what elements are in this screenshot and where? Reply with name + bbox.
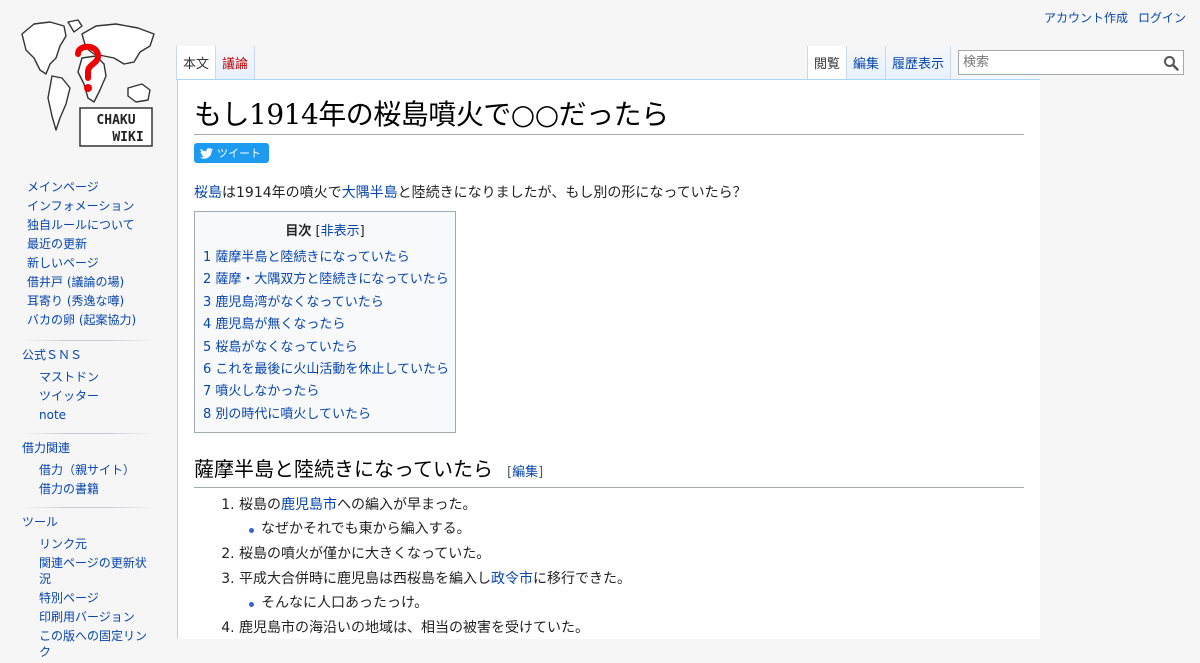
section-edit: [編集]: [507, 465, 544, 481]
sidebar-item-what-links-here[interactable]: リンク元: [39, 536, 152, 552]
login-link[interactable]: ログイン: [1138, 9, 1186, 26]
toc-item[interactable]: 2 薩摩・大隅双方と陸続きになっていたら: [203, 269, 449, 291]
sidebar-item-parent-site[interactable]: 借力（親サイト）: [39, 462, 152, 478]
sidebar: メインページ インフォメーション 独自ルールについて 最近の更新 新しいページ …: [0, 178, 176, 663]
sidebar-item-twitter[interactable]: ツイッター: [39, 388, 152, 404]
table-of-contents: 目次 [非表示] 1 薩摩半島と陸続きになっていたら 2 薩摩・大隅双方と陸続き…: [194, 211, 456, 434]
sub-list: そんなに人口あったっけ。: [239, 592, 1024, 614]
view-tabs: 閲覧 編集 履歴表示: [807, 46, 952, 80]
sidebar-item-information[interactable]: インフォメーション: [27, 197, 176, 216]
search-input[interactable]: [959, 51, 1159, 74]
portal-title-related: 借力関連: [22, 433, 154, 462]
main-content: もし1914年の桜島噴火で○○だったら ツイート 桜島は1914年の噴火で大隅半…: [177, 79, 1040, 639]
list-item: 平成大合併時に鹿児島は西桜島を編入し政令市に移行できた。 そんなに人口あったっけ…: [239, 568, 1024, 614]
link-osumi-peninsula[interactable]: 大隅半島: [342, 185, 398, 201]
link-kagoshima-city[interactable]: 鹿児島市: [281, 497, 337, 513]
link-designated-city[interactable]: 政令市: [491, 571, 533, 587]
section-heading: 薩摩半島と陸続きになっていたら [編集]: [194, 455, 1024, 489]
search-box: [958, 50, 1184, 75]
sidebar-item-books[interactable]: 借力の書籍: [39, 481, 152, 497]
toc-item[interactable]: 1 薩摩半島と陸続きになっていたら: [203, 247, 447, 269]
portal-title-sns: 公式ＳＮＳ: [22, 340, 154, 369]
toc-item[interactable]: 5 桜島がなくなっていたら: [203, 337, 447, 359]
tab-article[interactable]: 本文: [176, 46, 217, 80]
svg-text:CHAKU: CHAKU: [96, 113, 135, 128]
sub-list-item: そんなに人口あったっけ。: [249, 592, 1024, 614]
sidebar-item-rumors[interactable]: 耳寄り (秀逸な噂): [27, 292, 176, 311]
site-logo[interactable]: CHAKU WIKI: [16, 18, 160, 150]
svg-text:WIKI: WIKI: [112, 130, 143, 145]
world-map-logo-icon: CHAKU WIKI: [21, 19, 155, 147]
twitter-bird-icon: [200, 147, 213, 159]
toc-item[interactable]: 3 鹿児島湾がなくなっていたら: [203, 292, 447, 314]
sidebar-item-new-pages[interactable]: 新しいページ: [27, 254, 176, 273]
intro-text-2: と陸続きになりましたが、もし別の形になっていたら？: [397, 185, 747, 201]
intro-text-1: は1914年の噴火で: [222, 185, 342, 201]
tab-edit[interactable]: 編集: [847, 46, 887, 80]
sidebar-item-permalink[interactable]: この版への固定リンク: [39, 628, 152, 660]
personal-tools: アカウント作成 ログイン: [1044, 9, 1186, 26]
list-item: 鹿児島市の海沿いの地域は、相当の被害を受けていた。: [239, 617, 1024, 639]
toc-title: 目次 [非表示]: [203, 220, 447, 239]
toc-item[interactable]: 4 鹿児島が無くなったら: [203, 314, 447, 336]
sub-list: なぜかそれでも東から編入する。: [239, 518, 1024, 540]
tools-portal: ツール リンク元 関連ページの更新状況 特別ページ 印刷用バージョン この版への…: [0, 507, 176, 660]
search-icon[interactable]: [1163, 55, 1179, 71]
intro-paragraph: 桜島は1914年の噴火で大隅半島と陸続きになりましたが、もし別の形になっていたら…: [194, 183, 1024, 203]
sidebar-item-discussion[interactable]: 借井戸 (議論の場): [27, 273, 176, 292]
sidebar-item-mastodon[interactable]: マストドン: [39, 369, 152, 385]
toc-item[interactable]: 7 噴火しなかったら: [203, 381, 447, 403]
toc-hide-link[interactable]: 非表示: [321, 224, 360, 239]
sidebar-item-ideas[interactable]: バカの卵 (起案協力): [27, 311, 176, 330]
tweet-label: ツイート: [217, 147, 261, 160]
sidebar-item-main-page[interactable]: メインページ: [27, 178, 176, 197]
list-item: 桜島の噴火が僅かに大きくなっていた。: [239, 543, 1024, 565]
toc-item[interactable]: 6 これを最後に火山活動を休止していたら: [203, 359, 449, 381]
create-account-link[interactable]: アカウント作成: [1044, 9, 1128, 26]
tab-history[interactable]: 履歴表示: [886, 46, 952, 80]
tweet-button[interactable]: ツイート: [194, 143, 269, 163]
toc-heading: 目次: [285, 224, 312, 239]
sns-portal: 公式ＳＮＳ マストドン ツイッター note: [0, 340, 176, 423]
toc-item[interactable]: 8 別の時代に噴火していたら: [203, 404, 447, 426]
section-list: 桜島の鹿児島市への編入が早まった。 なぜかそれでも東から編入する。 桜島の噴火が…: [194, 494, 1024, 639]
link-sakurajima[interactable]: 桜島: [194, 185, 222, 201]
sidebar-item-rules[interactable]: 独自ルールについて: [27, 216, 176, 235]
sidebar-item-recent-changes[interactable]: 最近の更新: [27, 235, 176, 254]
sub-list-item: なぜかそれでも東から編入する。: [249, 518, 1024, 540]
namespace-tabs: 本文 議論: [176, 46, 256, 80]
section-edit-link[interactable]: 編集: [512, 465, 538, 480]
sidebar-item-related-changes[interactable]: 関連ページの更新状況: [39, 555, 152, 587]
toc-toggle[interactable]: [非表示]: [315, 224, 364, 239]
portal-title-tools: ツール: [22, 507, 154, 536]
navigation-portal: メインページ インフォメーション 独自ルールについて 最近の更新 新しいページ …: [0, 178, 176, 330]
tab-talk[interactable]: 議論: [216, 46, 256, 80]
sidebar-item-note[interactable]: note: [39, 407, 152, 423]
section-heading-text: 薩摩半島と陸続きになっていたら: [194, 457, 493, 482]
related-portal: 借力関連 借力（親サイト） 借力の書籍: [0, 433, 176, 497]
sidebar-item-special-pages[interactable]: 特別ページ: [39, 590, 152, 606]
list-item: 桜島の鹿児島市への編入が早まった。 なぜかそれでも東から編入する。: [239, 494, 1024, 540]
page-title: もし1914年の桜島噴火で○○だったら: [194, 96, 1024, 135]
tab-read[interactable]: 閲覧: [807, 46, 848, 80]
sidebar-item-printable[interactable]: 印刷用バージョン: [39, 609, 152, 625]
